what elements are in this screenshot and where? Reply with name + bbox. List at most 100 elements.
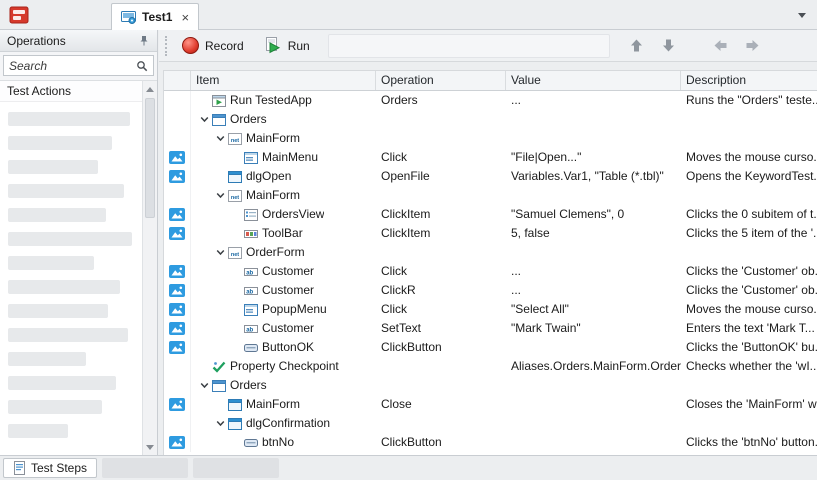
screenshot-thumbnail-icon[interactable]: [169, 170, 185, 183]
test-step-row[interactable]: OrdersViewClickItem"Samuel Clemens", 0Cl…: [164, 205, 817, 224]
screenshot-thumbnail-icon[interactable]: [169, 303, 185, 316]
sidebar-scrollbar[interactable]: [142, 80, 157, 455]
expand-collapse-chevron-icon[interactable]: [213, 243, 227, 262]
close-tab-button[interactable]: ×: [181, 11, 189, 24]
textbox-icon: ab: [243, 283, 259, 298]
test-step-row[interactable]: MainMenuClick"File|Open..."Moves the mou…: [164, 148, 817, 167]
tab-list-dropdown-icon[interactable]: [798, 13, 806, 18]
search-row: [0, 52, 157, 79]
operation-list-item[interactable]: [8, 424, 68, 438]
test-step-row[interactable]: netOrderForm: [164, 243, 817, 262]
item-cell: ToolBar: [191, 224, 376, 243]
textbox-icon: ab: [243, 264, 259, 279]
item-cell: netOrderForm: [191, 243, 376, 262]
operation-list-item[interactable]: [8, 328, 128, 342]
search-box[interactable]: [3, 55, 154, 76]
record-button[interactable]: Record: [172, 33, 254, 59]
test-step-row[interactable]: btnNoClickButtonClicks the 'btnNo' butto…: [164, 433, 817, 452]
thumbnail-column-header[interactable]: [164, 71, 191, 90]
operations-panel-header: Operations: [0, 30, 157, 52]
screenshot-thumbnail-icon[interactable]: [169, 265, 185, 278]
test-step-row[interactable]: ButtonOKClickButtonClicks the 'ButtonOK'…: [164, 338, 817, 357]
operation-list-item[interactable]: [8, 136, 112, 150]
pin-icon[interactable]: [138, 35, 150, 47]
description-cell: [681, 110, 817, 129]
item-cell: Orders: [191, 376, 376, 395]
expand-collapse-chevron-icon[interactable]: [197, 110, 211, 129]
tab-test1[interactable]: Test1 ×: [111, 3, 199, 30]
operation-list-item[interactable]: [8, 352, 86, 366]
item-label: ButtonOK: [262, 338, 314, 357]
test-step-row[interactable]: abCustomerClickR...Clicks the 'Customer'…: [164, 281, 817, 300]
svg-text:ab: ab: [246, 270, 253, 276]
test-step-row[interactable]: abCustomerSetText"Mark Twain"Enters the …: [164, 319, 817, 338]
bottom-tab-placeholder[interactable]: [193, 458, 279, 478]
screenshot-thumbnail-icon[interactable]: [169, 436, 185, 449]
expand-collapse-chevron-icon[interactable]: [213, 414, 227, 433]
section-header-test-actions[interactable]: Test Actions: [0, 81, 142, 102]
scrollbar-thumb[interactable]: [145, 98, 155, 218]
operation-list-item[interactable]: [8, 376, 116, 390]
svg-text:net: net: [231, 252, 239, 258]
test-step-row[interactable]: Property CheckpointAliases.Orders.MainFo…: [164, 357, 817, 376]
screenshot-thumbnail-icon[interactable]: [169, 284, 185, 297]
operation-list-item[interactable]: [8, 280, 120, 294]
screenshot-thumbnail-icon[interactable]: [169, 341, 185, 354]
test-step-row[interactable]: Orders: [164, 376, 817, 395]
description-column-header[interactable]: Description: [681, 71, 817, 90]
test-step-row[interactable]: netMainForm: [164, 129, 817, 148]
test-step-row[interactable]: MainFormCloseCloses the 'MainForm' w...: [164, 395, 817, 414]
operation-list-item[interactable]: [8, 112, 130, 126]
dialog-icon: [227, 169, 243, 184]
operation-list-item[interactable]: [8, 400, 102, 414]
tab-test-steps[interactable]: Test Steps: [3, 458, 97, 478]
search-icon[interactable]: [136, 60, 148, 72]
screenshot-thumbnail-icon[interactable]: [169, 208, 185, 221]
scroll-up-icon[interactable]: [143, 82, 157, 96]
window-icon: [211, 112, 227, 127]
item-cell: btnNo: [191, 433, 376, 452]
screenshot-thumbnail-icon[interactable]: [169, 398, 185, 411]
description-cell: [681, 414, 817, 433]
operation-list-item[interactable]: [8, 232, 132, 246]
operation-cell: ClickR: [376, 281, 506, 300]
test-step-row[interactable]: abCustomerClick...Clicks the 'Customer' …: [164, 262, 817, 281]
operation-list-item[interactable]: [8, 208, 106, 222]
bottom-tab-placeholder[interactable]: [102, 458, 188, 478]
screenshot-thumbnail-icon[interactable]: [169, 227, 185, 240]
operation-list-item[interactable]: [8, 184, 124, 198]
project-panel-icon[interactable]: [9, 5, 29, 25]
move-up-button[interactable]: [626, 34, 648, 58]
toolbar-grip[interactable]: [165, 36, 167, 56]
move-left-button[interactable]: [710, 34, 732, 58]
net-form-icon: net: [227, 188, 243, 203]
move-down-button[interactable]: [658, 34, 680, 58]
operation-list-item[interactable]: [8, 256, 94, 270]
item-cell: OrdersView: [191, 205, 376, 224]
test-step-row[interactable]: dlgConfirmation: [164, 414, 817, 433]
value-cell: [506, 395, 681, 414]
expand-collapse-chevron-icon[interactable]: [197, 376, 211, 395]
test-step-row[interactable]: PopupMenuClick"Select All"Moves the mous…: [164, 300, 817, 319]
expand-collapse-chevron-icon[interactable]: [213, 129, 227, 148]
test-step-row[interactable]: dlgOpenOpenFileVariables.Var1, "Table (*…: [164, 167, 817, 186]
dialog-icon: [227, 397, 243, 412]
operation-column-header[interactable]: Operation: [376, 71, 506, 90]
scroll-down-icon[interactable]: [143, 440, 157, 454]
operation-list-item[interactable]: [8, 304, 108, 318]
value-column-header[interactable]: Value: [506, 71, 681, 90]
test-step-row[interactable]: ToolBarClickItem5, falseClicks the 5 ite…: [164, 224, 817, 243]
move-right-button[interactable]: [742, 34, 764, 58]
item-label: OrdersView: [262, 205, 324, 224]
operation-list-item[interactable]: [8, 160, 98, 174]
screenshot-thumbnail-icon[interactable]: [169, 151, 185, 164]
expand-collapse-chevron-icon[interactable]: [213, 186, 227, 205]
item-column-header[interactable]: Item: [191, 71, 376, 90]
run-button[interactable]: Run: [254, 33, 320, 59]
test-step-row[interactable]: Run TestedAppOrders...Runs the "Orders" …: [164, 91, 817, 110]
screenshot-thumbnail-icon[interactable]: [169, 322, 185, 335]
test-step-row[interactable]: Orders: [164, 110, 817, 129]
test-steps-tab-label: Test Steps: [31, 461, 87, 475]
search-input[interactable]: [9, 59, 136, 73]
test-step-row[interactable]: netMainForm: [164, 186, 817, 205]
